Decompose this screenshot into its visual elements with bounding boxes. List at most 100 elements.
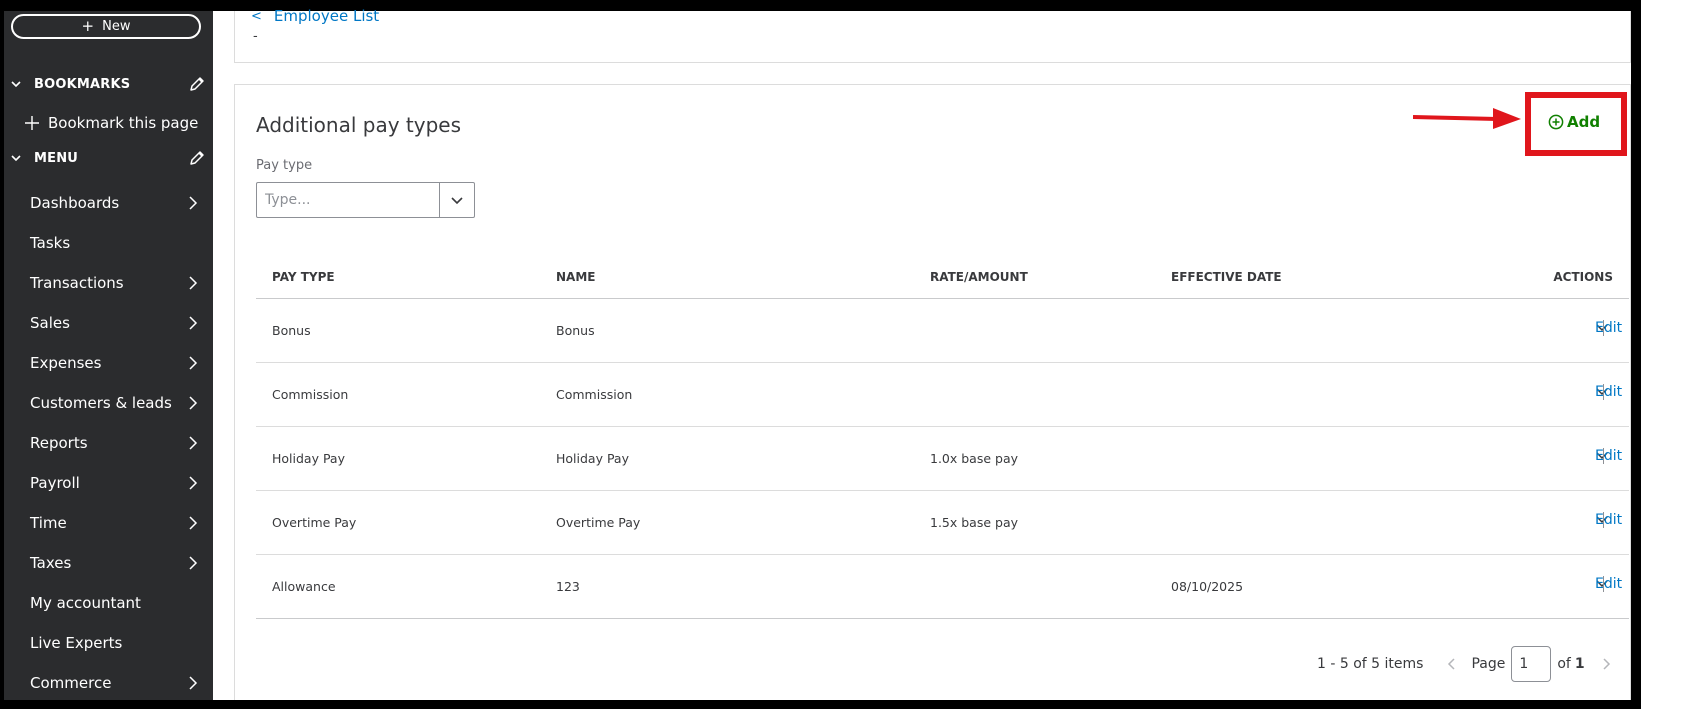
sidebar-item-commerce[interactable]: Commerce xyxy=(30,670,213,696)
sidebar-item-label: Sales xyxy=(30,314,70,332)
table-row: Overtime Pay Overtime Pay 1.5x base pay … xyxy=(256,491,1629,555)
chevron-left-icon[interactable] xyxy=(1445,657,1459,671)
cell-name: Holiday Pay xyxy=(556,451,629,466)
highlight-box: Add xyxy=(1525,92,1627,156)
page-label: Page xyxy=(1471,656,1506,672)
sidebar-item-live-experts[interactable]: Live Experts xyxy=(30,630,213,656)
sidebar-item-payroll[interactable]: Payroll xyxy=(30,470,213,496)
sidebar-item-label: Tasks xyxy=(30,234,71,252)
sidebar-item-my-accountant[interactable]: My accountant xyxy=(30,590,213,616)
sidebar-item-label: Taxes xyxy=(30,554,72,572)
sidebar-item-expenses[interactable]: Expenses xyxy=(30,350,213,376)
chevron-right-icon xyxy=(189,516,198,530)
table-header: PAY TYPE NAME RATE/AMOUNT EFFECTIVE DATE… xyxy=(256,255,1629,299)
cell-date: 08/10/2025 xyxy=(1171,579,1244,594)
sidebar-item-label: Reports xyxy=(30,434,88,452)
sidebar-item-taxes[interactable]: Taxes xyxy=(30,550,213,576)
sidebar-item-transactions[interactable]: Transactions xyxy=(30,270,213,296)
cell-pay-type: Allowance xyxy=(272,579,336,594)
add-button[interactable]: Add xyxy=(1548,113,1600,131)
row-actions: Edit xyxy=(1595,576,1622,592)
edit-link[interactable]: Edit xyxy=(1595,576,1622,592)
frame-right-border xyxy=(1631,0,1641,709)
chevron-right-icon xyxy=(189,276,198,290)
edit-link[interactable]: Edit xyxy=(1595,384,1622,400)
frame-bottom-border xyxy=(0,700,1641,709)
table-row: Bonus Bonus Edit xyxy=(256,299,1629,363)
edit-link[interactable]: Edit xyxy=(1595,448,1622,464)
edit-link[interactable]: Edit xyxy=(1595,320,1622,336)
pencil-icon[interactable] xyxy=(188,149,206,167)
edit-link[interactable]: Edit xyxy=(1595,512,1622,528)
chevron-right-icon xyxy=(189,316,198,330)
action-divider xyxy=(1603,384,1604,400)
new-button[interactable]: + New xyxy=(11,14,201,39)
table-row: Allowance 123 08/10/2025 Edit xyxy=(256,555,1629,619)
chevron-down-icon xyxy=(11,81,21,88)
row-actions: Edit xyxy=(1595,448,1622,464)
sidebar-item-sales[interactable]: Sales xyxy=(30,310,213,336)
cell-name: Commission xyxy=(556,387,633,402)
header-value: - xyxy=(253,29,258,44)
add-button-label: Add xyxy=(1567,113,1601,131)
sidebar-item-label: Dashboards xyxy=(30,194,120,212)
back-link-label: Employee List xyxy=(273,7,380,25)
pay-type-label: Pay type xyxy=(256,158,313,173)
plus-icon xyxy=(25,116,39,130)
page-number-input[interactable]: 1 xyxy=(1511,646,1552,682)
plus-icon: + xyxy=(81,17,95,35)
total-pages: 1 xyxy=(1574,656,1585,672)
pay-type-input[interactable] xyxy=(257,183,440,217)
chevron-right-icon xyxy=(189,356,198,370)
action-divider xyxy=(1603,320,1604,336)
action-divider xyxy=(1603,512,1604,528)
column-header-pay-type[interactable]: PAY TYPE xyxy=(272,270,335,284)
sidebar-item-label: Time xyxy=(30,514,67,532)
of-label: of xyxy=(1557,656,1571,672)
menu-header[interactable]: MENU xyxy=(10,147,210,169)
action-divider xyxy=(1603,576,1604,592)
chevron-right-icon xyxy=(189,196,198,210)
sidebar: + New BOOKMARKS Bookmark this page MENU … xyxy=(4,11,213,700)
pagination: 1 - 5 of 5 items Page 1 of 1 xyxy=(1317,646,1613,682)
column-header-rate-amount[interactable]: RATE/AMOUNT xyxy=(930,270,1028,284)
chevron-right-icon xyxy=(189,676,198,690)
pay-type-select[interactable] xyxy=(256,182,475,218)
action-divider xyxy=(1603,448,1604,464)
sidebar-item-tasks[interactable]: Tasks xyxy=(30,230,213,256)
sidebar-item-reports[interactable]: Reports xyxy=(30,430,213,456)
sidebar-item-label: My accountant xyxy=(30,594,141,612)
employee-header-card: < Employee List - xyxy=(234,7,1631,63)
sidebar-item-time[interactable]: Time xyxy=(30,510,213,536)
frame-top-border xyxy=(0,0,1641,11)
annotation-arrow-icon xyxy=(1413,108,1521,129)
menu-label: MENU xyxy=(34,150,79,166)
pay-type-dropdown-toggle[interactable] xyxy=(439,183,474,217)
additional-pay-types-card: Additional pay types Add Pay type PAY TY… xyxy=(234,84,1631,700)
sidebar-item-label: Expenses xyxy=(30,354,102,372)
cell-rate: 1.5x base pay xyxy=(930,515,1019,530)
chevron-right-icon[interactable] xyxy=(1599,657,1613,671)
sidebar-item-label: Live Experts xyxy=(30,634,123,652)
bookmark-this-page[interactable]: Bookmark this page xyxy=(24,112,198,134)
chevron-right-icon xyxy=(189,396,198,410)
table-row: Commission Commission Edit xyxy=(256,363,1629,427)
bookmark-this-page-label: Bookmark this page xyxy=(48,114,199,132)
sidebar-item-label: Transactions xyxy=(30,274,124,292)
sidebar-item-dashboards[interactable]: Dashboards xyxy=(30,190,213,216)
back-to-employee-list-link[interactable]: < Employee List xyxy=(251,7,379,25)
section-title: Additional pay types xyxy=(256,113,461,137)
column-header-name[interactable]: NAME xyxy=(556,270,595,284)
cell-rate: 1.0x base pay xyxy=(930,451,1019,466)
sidebar-item-customers-leads[interactable]: Customers & leads xyxy=(30,390,213,416)
row-actions: Edit xyxy=(1595,512,1622,528)
pencil-icon[interactable] xyxy=(188,75,206,93)
chevron-left-icon: < xyxy=(251,8,262,24)
bookmarks-header[interactable]: BOOKMARKS xyxy=(10,73,210,95)
cell-pay-type: Commission xyxy=(272,387,349,402)
column-header-effective-date[interactable]: EFFECTIVE DATE xyxy=(1171,270,1282,284)
cell-pay-type: Bonus xyxy=(272,323,311,338)
sidebar-item-label: Commerce xyxy=(30,674,112,692)
cell-name: Overtime Pay xyxy=(556,515,641,530)
add-circle-icon xyxy=(1548,114,1564,130)
